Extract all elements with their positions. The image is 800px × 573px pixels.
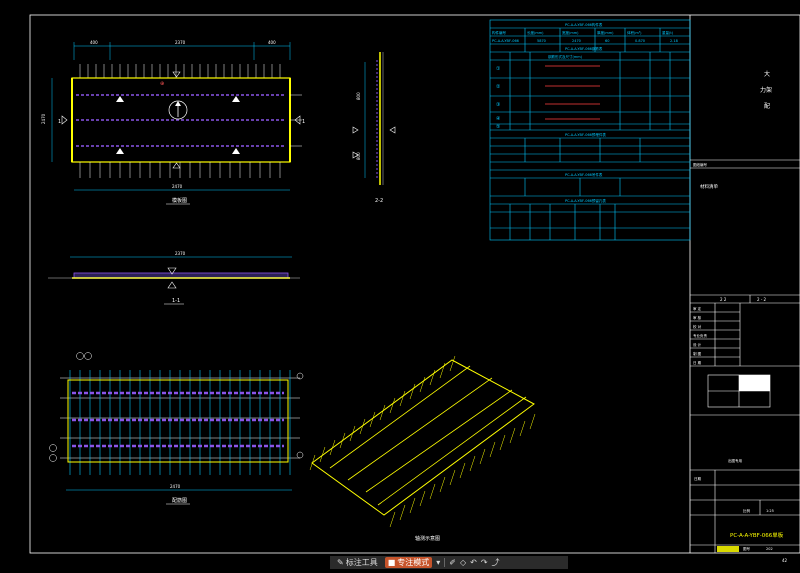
t1-c5: 2.18: [670, 39, 678, 43]
scale-label: 比例: [743, 508, 751, 513]
plan-view-label: 模板图: [172, 197, 187, 204]
company-line2: 力架: [760, 86, 772, 94]
pen-icon[interactable]: ✐: [449, 558, 456, 567]
rebar-id-2: ②: [496, 84, 501, 90]
company-line3: 配: [764, 103, 770, 110]
undo-icon[interactable]: ↶: [470, 558, 477, 567]
svg-text:⊕: ⊕: [160, 81, 164, 87]
annotation-toolbar: ✎ 标注工具 ■ 专注模式 ▾ ✐ ◇ ↶ ↷ ⤴: [330, 556, 568, 569]
scale-value: 1:25: [766, 509, 774, 513]
t1-h2: 宽度(mm): [562, 30, 579, 35]
title-block: [690, 159, 800, 553]
company-line1: 大: [764, 70, 770, 78]
redo-icon[interactable]: ↷: [481, 558, 488, 567]
tb-row-6: 日 期: [693, 360, 702, 365]
plan-view: 400 2370 400 1 1 ⊕ 2470 2470 模板图: [41, 40, 305, 205]
date-label: 日期: [694, 476, 702, 481]
tb-row-1: 审 核: [693, 315, 702, 320]
tb-row-5: 制 图: [693, 351, 702, 356]
annotate-button[interactable]: ✎ 标注工具: [334, 557, 381, 568]
table1-title: PC-A-A-YBF-066构件表: [565, 22, 603, 27]
focus-mode-label: 专注模式: [397, 558, 430, 567]
svg-text:400: 400: [90, 40, 98, 45]
rebar-id-3: ③: [496, 102, 500, 108]
rebar-id-5: ⑤: [496, 124, 500, 130]
chevron-down-icon[interactable]: ▾: [436, 558, 440, 567]
isometric-view: 轴测示意图: [309, 355, 536, 542]
table4-title: PC-A-A-YBF-066吊件表: [565, 172, 603, 177]
mid-header-b: 2 - 2: [757, 297, 767, 302]
rebar-view: 2470 配筋图: [49, 352, 304, 505]
table5-title: PC-A-A-YBF-066预留孔表: [565, 198, 606, 203]
rebar-view-label: 配筋图: [172, 497, 187, 504]
sheet-value: 202: [766, 547, 773, 551]
rebar-id-4: ④: [496, 116, 501, 122]
page-number: 42: [782, 558, 788, 563]
rebar-id-1: ①: [496, 66, 501, 72]
table2-header: 钢筋形式及尺寸(mm): [548, 54, 583, 59]
svg-text:2370: 2370: [175, 40, 186, 45]
svg-text:2470: 2470: [170, 484, 181, 489]
t1-h3: 厚度(mm): [597, 30, 614, 35]
t1-c4: 0.870: [635, 39, 645, 43]
t1-c1: 5870: [537, 39, 546, 43]
t1-h1: 长度(mm): [527, 30, 544, 35]
t1-h4: 体积(m³): [627, 30, 642, 35]
tb-row-4: 设 计: [693, 342, 702, 347]
stamp-label: 出图专用: [728, 458, 742, 463]
section-22-label: 2-2: [375, 198, 383, 204]
focus-mode-button[interactable]: ■ 专注模式: [384, 557, 433, 568]
sheet-label: 图号: [743, 546, 751, 551]
t1-c3: 60: [605, 39, 609, 43]
t1-c0: PC-A-A-YBF-066: [492, 39, 519, 43]
notes-label: 材料清单: [700, 183, 718, 190]
table2-title: PC-A-A-YBF-066钢筋表: [565, 46, 603, 51]
square-icon: ■: [387, 557, 396, 567]
tb-row-0: 审 定: [693, 306, 702, 311]
svg-text:400: 400: [268, 40, 276, 45]
share-icon[interactable]: ⤴: [492, 558, 500, 567]
material-tables: [489, 19, 691, 241]
svg-text:1: 1: [58, 119, 61, 125]
shape-icon[interactable]: ◇: [460, 558, 466, 567]
iso-view-label: 轴测示意图: [415, 535, 440, 542]
table3-title: PC-A-A-YBF-066预埋件表: [565, 132, 606, 137]
section-11-label: 1-1: [172, 298, 180, 304]
svg-text:1: 1: [302, 119, 305, 125]
svg-text:2470: 2470: [172, 184, 183, 189]
drawing-number-label: 图纸编号: [693, 162, 707, 167]
cad-drawing-canvas: 400 2370 400 1 1 ⊕ 2470 2470 模板图 800 800…: [0, 0, 800, 569]
t1-h5: 重量(t): [662, 30, 674, 35]
svg-text:2470: 2470: [41, 113, 46, 124]
svg-text:2370: 2370: [175, 251, 186, 256]
annotate-label: 标注工具: [345, 558, 378, 567]
section-1-1: 2370 1-1: [48, 251, 300, 305]
toolbar-divider: [444, 558, 446, 567]
drawing-sheet: 400 2370 400 1 1 ⊕ 2470 2470 模板图 800 800…: [29, 14, 800, 563]
mid-header-a: 2 2: [720, 297, 727, 302]
section-2-2: 800 800 2-2: [352, 52, 396, 204]
tb-row-3: 专业负责: [693, 333, 707, 338]
drawing-title: PC-A-A-YBF-066单板: [730, 531, 784, 539]
svg-text:800: 800: [356, 92, 361, 100]
t1-c2: 2470: [572, 39, 581, 43]
tb-row-2: 校 对: [693, 324, 702, 329]
pencil-icon: ✎: [337, 557, 344, 567]
t1-h0: 构件编号: [492, 30, 506, 35]
